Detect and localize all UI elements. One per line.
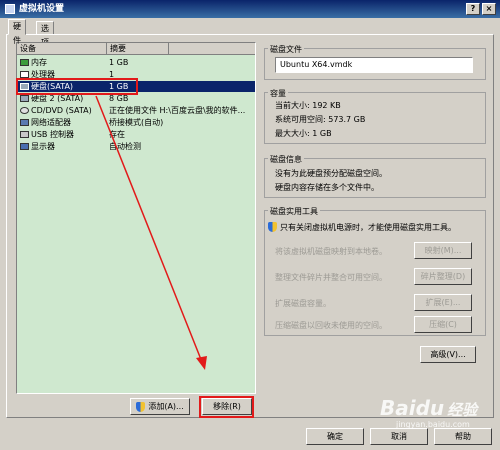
disk-file-legend: 磁盘文件 (268, 44, 304, 55)
disk-file-path-field[interactable]: Ubuntu X64.vmdk (275, 57, 473, 73)
advanced-button[interactable]: 高级(V)... (420, 346, 476, 363)
expand-button[interactable]: 扩展(E)... (414, 294, 472, 311)
disk-info-line-1: 没有为此硬盘预分配磁盘空间。 (275, 169, 387, 178)
add-device-button[interactable]: 添加(A)... (130, 398, 190, 415)
map-description: 将该虚拟机磁盘映射到本地卷。 (275, 247, 387, 256)
vm-settings-window: 虚拟机设置 ? × 硬件 选项 设备 摘要 内存 1 GB 处理器 1 硬盘(S… (0, 0, 500, 450)
utilities-notice: 只有关闭虚拟机电源时，才能使用磁盘实用工具。 (280, 223, 456, 232)
free-space-text: 系统可用空间: 573.7 GB (275, 115, 366, 124)
map-button[interactable]: 映射(M)... (414, 242, 472, 259)
compact-description: 压缩磁盘以回收未使用的空间。 (275, 321, 387, 330)
uac-shield-icon (136, 402, 145, 412)
compact-button[interactable]: 压缩(C) (414, 316, 472, 333)
disk-info-line-2: 硬盘内容存储在多个文件中。 (275, 183, 379, 192)
cancel-button[interactable]: 取消 (370, 428, 428, 445)
defrag-description: 整理文件碎片并整合可用空间。 (275, 273, 387, 282)
disk-info-legend: 磁盘信息 (268, 154, 304, 165)
watermark-sub: 经验 (447, 401, 478, 419)
disk-utilities-legend: 磁盘实用工具 (268, 206, 320, 217)
ok-button[interactable]: 确定 (306, 428, 364, 445)
help-button[interactable]: 帮助 (434, 428, 492, 445)
watermark-brand: Baidu (380, 396, 445, 420)
baidu-watermark-logo: Baidu 经验 (380, 396, 477, 420)
capacity-legend: 容量 (268, 88, 288, 99)
watermark-url: jingyan.baidu.com (396, 420, 470, 429)
defrag-button[interactable]: 碎片整理(D) (414, 268, 472, 285)
uac-shield-icon (268, 222, 277, 232)
current-size-text: 当前大小: 192 KB (275, 101, 341, 110)
expand-description: 扩展磁盘容量。 (275, 299, 331, 308)
add-device-label: 添加(A)... (148, 402, 184, 411)
remove-device-button[interactable]: 移除(R) (202, 398, 252, 415)
tab-hardware[interactable]: 硬件 (8, 19, 26, 45)
max-size-text: 最大大小: 1 GB (275, 129, 332, 138)
